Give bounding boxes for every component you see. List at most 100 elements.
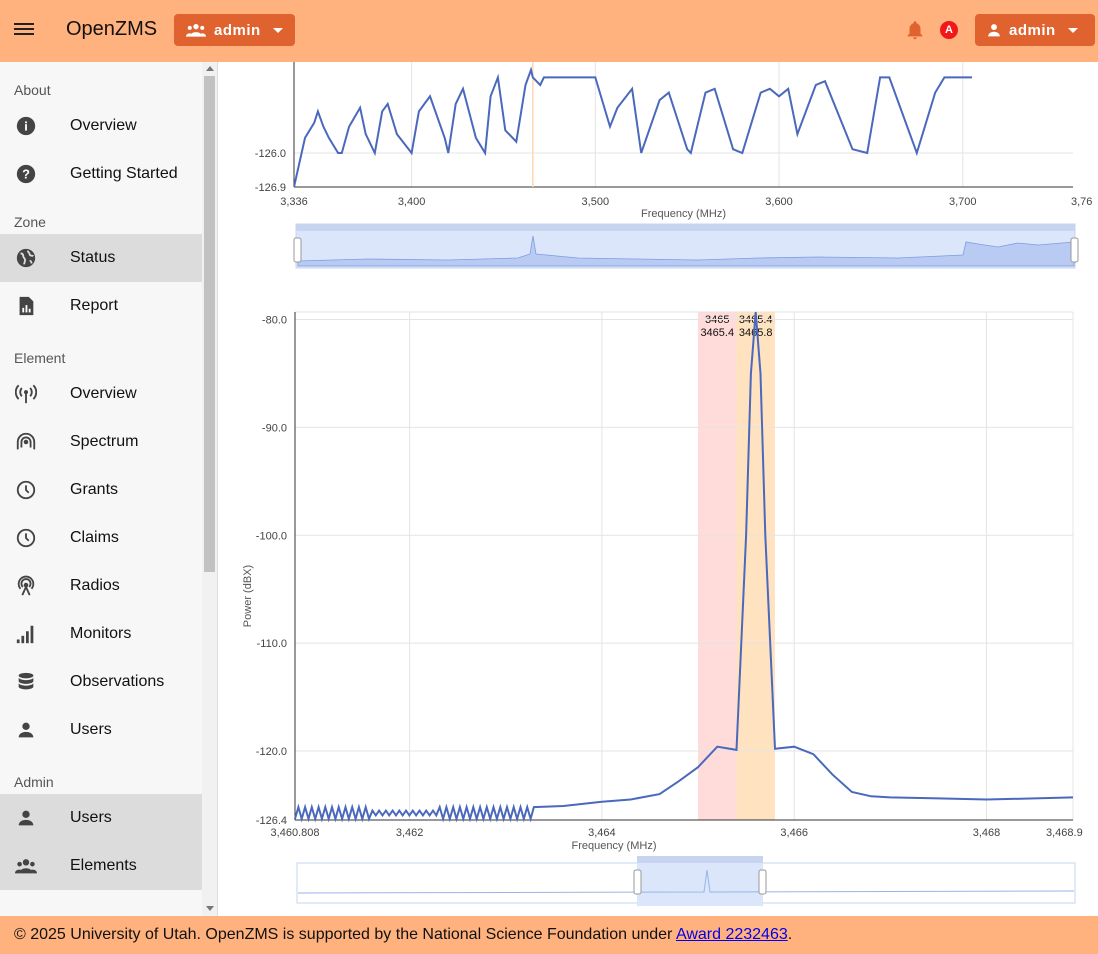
- range-handle-right[interactable]: [1070, 237, 1079, 263]
- frequency-band: [698, 312, 737, 820]
- globe-icon: [16, 248, 36, 268]
- sidebar-item-monitors[interactable]: Monitors: [0, 610, 202, 658]
- sidebar-item-report[interactable]: Report: [0, 282, 202, 330]
- top-bar: OpenZMS admin A admin: [0, 0, 1098, 62]
- x-tick-label: 3,468: [973, 827, 1001, 839]
- sidebar-item-label: Radios: [70, 577, 120, 594]
- frequency-band: [736, 312, 775, 820]
- footer-text: © 2025 University of Utah. OpenZMS is su…: [14, 926, 676, 943]
- sidebar-item-label: Grants: [70, 481, 119, 498]
- clock-icon: [16, 528, 36, 548]
- y-tick-label: -120.0: [256, 746, 287, 758]
- x-tick-label: 3,468.9: [1046, 827, 1083, 839]
- bell-icon[interactable]: [904, 19, 926, 41]
- sidebar-item-label: Users: [70, 809, 112, 826]
- series-line: [294, 66, 972, 187]
- main-content: -126.0 -126.9 3,336 3,400 3,500 3,600 3,700 3,7…: [218, 62, 1098, 916]
- y-tick-label: -100.0: [256, 530, 287, 542]
- section-title-admin: Admin: [14, 774, 54, 790]
- chevron-down-icon: [272, 27, 283, 33]
- element-menu-label: admin: [214, 21, 261, 39]
- sidebar-item-grants[interactable]: Grants: [0, 466, 202, 514]
- y-tick-label: -126.9: [255, 182, 286, 194]
- footer-suffix: .: [787, 926, 793, 943]
- scroll-up-icon[interactable]: [206, 66, 214, 71]
- person-icon: [18, 810, 34, 826]
- sidebar-scrollbar[interactable]: [202, 62, 218, 916]
- chevron-down-icon: [1067, 27, 1078, 33]
- sidebar-item-label: Elements: [70, 857, 137, 874]
- x-tick-label: 3,336: [280, 196, 308, 208]
- sidebar-item-radios[interactable]: Radios: [0, 562, 202, 610]
- range-selector-window[interactable]: [637, 856, 763, 906]
- user-menu-button[interactable]: admin: [975, 14, 1095, 46]
- section-title-zone: Zone: [14, 214, 46, 230]
- sidebar-item-about-overview[interactable]: Overview: [0, 102, 202, 150]
- svg-text:?: ?: [22, 167, 30, 182]
- award-link[interactable]: Award 2232463: [676, 926, 788, 943]
- person-icon: [18, 722, 34, 738]
- range-selector-grip[interactable]: [296, 224, 1075, 231]
- y-tick-label: -110.0: [257, 638, 287, 650]
- sidebar-item-label: Monitors: [70, 625, 132, 642]
- spectrum-charts[interactable]: -126.0 -126.9 3,336 3,400 3,500 3,600 3,700 3,7…: [218, 62, 1098, 916]
- sidebar-item-observations[interactable]: Observations: [0, 658, 202, 706]
- band-label-bottom: 3465.4: [700, 327, 734, 339]
- x-tick-label: 3,76: [1071, 196, 1092, 208]
- range-selector-grip[interactable]: [637, 856, 763, 863]
- x-tick-label: 3,462: [396, 827, 424, 839]
- antenna-icon: [15, 384, 37, 404]
- overview-range-selector[interactable]: [293, 223, 1079, 269]
- x-axis-title: Frequency (MHz): [641, 208, 726, 220]
- group-icon: [15, 859, 37, 874]
- element-menu-button[interactable]: admin: [174, 14, 295, 46]
- report-icon: [19, 296, 34, 316]
- sidebar-item-label: Claims: [70, 529, 119, 546]
- y-axis-title: Power (dBX): [242, 565, 254, 627]
- sidebar-nav: About Overview ? Getting Started Zone St…: [0, 62, 202, 916]
- footer: © 2025 University of Utah. OpenZMS is su…: [0, 916, 1098, 954]
- sidebar-item-admin-users[interactable]: Users: [0, 794, 202, 842]
- sidebar-item-status[interactable]: Status: [0, 234, 202, 282]
- radio-icon: [17, 575, 35, 596]
- menu-icon[interactable]: [14, 20, 34, 40]
- signal-bars-icon: [16, 625, 34, 644]
- range-handle-left[interactable]: [293, 237, 302, 263]
- alert-badge[interactable]: A: [940, 21, 958, 39]
- spectrum-zoom-chart[interactable]: 34653465.43465.43465.8-80.0-90.0-100.0-1…: [242, 311, 1083, 852]
- sidebar-item-label: Overview: [70, 385, 137, 402]
- band-label-bottom: 3465.8: [739, 327, 773, 339]
- spectrum-icon: [16, 432, 36, 450]
- range-handle-right[interactable]: [758, 869, 767, 895]
- sidebar-item-label: Status: [70, 249, 116, 266]
- y-tick-label: -80.0: [262, 315, 287, 327]
- help-icon: ?: [16, 164, 36, 184]
- clock-icon: [16, 480, 36, 500]
- x-axis-title: Frequency (MHz): [572, 840, 657, 852]
- scroll-down-icon[interactable]: [206, 906, 214, 911]
- spectrum-overview-chart[interactable]: -126.0 -126.9 3,336 3,400 3,500 3,600 3,700 3,7…: [255, 62, 1093, 220]
- sidebar-item-element-users[interactable]: Users: [0, 706, 202, 754]
- person-icon: [988, 24, 1000, 37]
- sidebar-item-getting-started[interactable]: ? Getting Started: [0, 150, 202, 198]
- range-handle-left[interactable]: [633, 869, 642, 895]
- database-icon: [18, 672, 34, 690]
- sidebar-item-label: Spectrum: [70, 433, 139, 450]
- y-tick-label: -126.4: [256, 815, 287, 827]
- sidebar-item-label: Users: [70, 721, 112, 738]
- zoom-range-selector[interactable]: [296, 856, 1076, 906]
- x-tick-label: 3,600: [765, 196, 793, 208]
- sidebar-item-admin-elements[interactable]: Elements: [0, 842, 202, 890]
- sidebar-item-element-overview[interactable]: Overview: [0, 370, 202, 418]
- x-tick-label: 3,400: [398, 196, 426, 208]
- user-menu-label: admin: [1009, 21, 1056, 39]
- series-line: [294, 311, 1074, 823]
- y-tick-label: -90.0: [262, 422, 287, 434]
- sidebar-item-label: Observations: [70, 673, 165, 690]
- sidebar-item-spectrum[interactable]: Spectrum: [0, 418, 202, 466]
- x-tick-label: 3,464: [588, 827, 616, 839]
- app-title: OpenZMS: [66, 18, 158, 40]
- sidebar-item-claims[interactable]: Claims: [0, 514, 202, 562]
- scrollbar-thumb[interactable]: [204, 76, 215, 572]
- x-tick-label: 3,460.808: [271, 827, 320, 839]
